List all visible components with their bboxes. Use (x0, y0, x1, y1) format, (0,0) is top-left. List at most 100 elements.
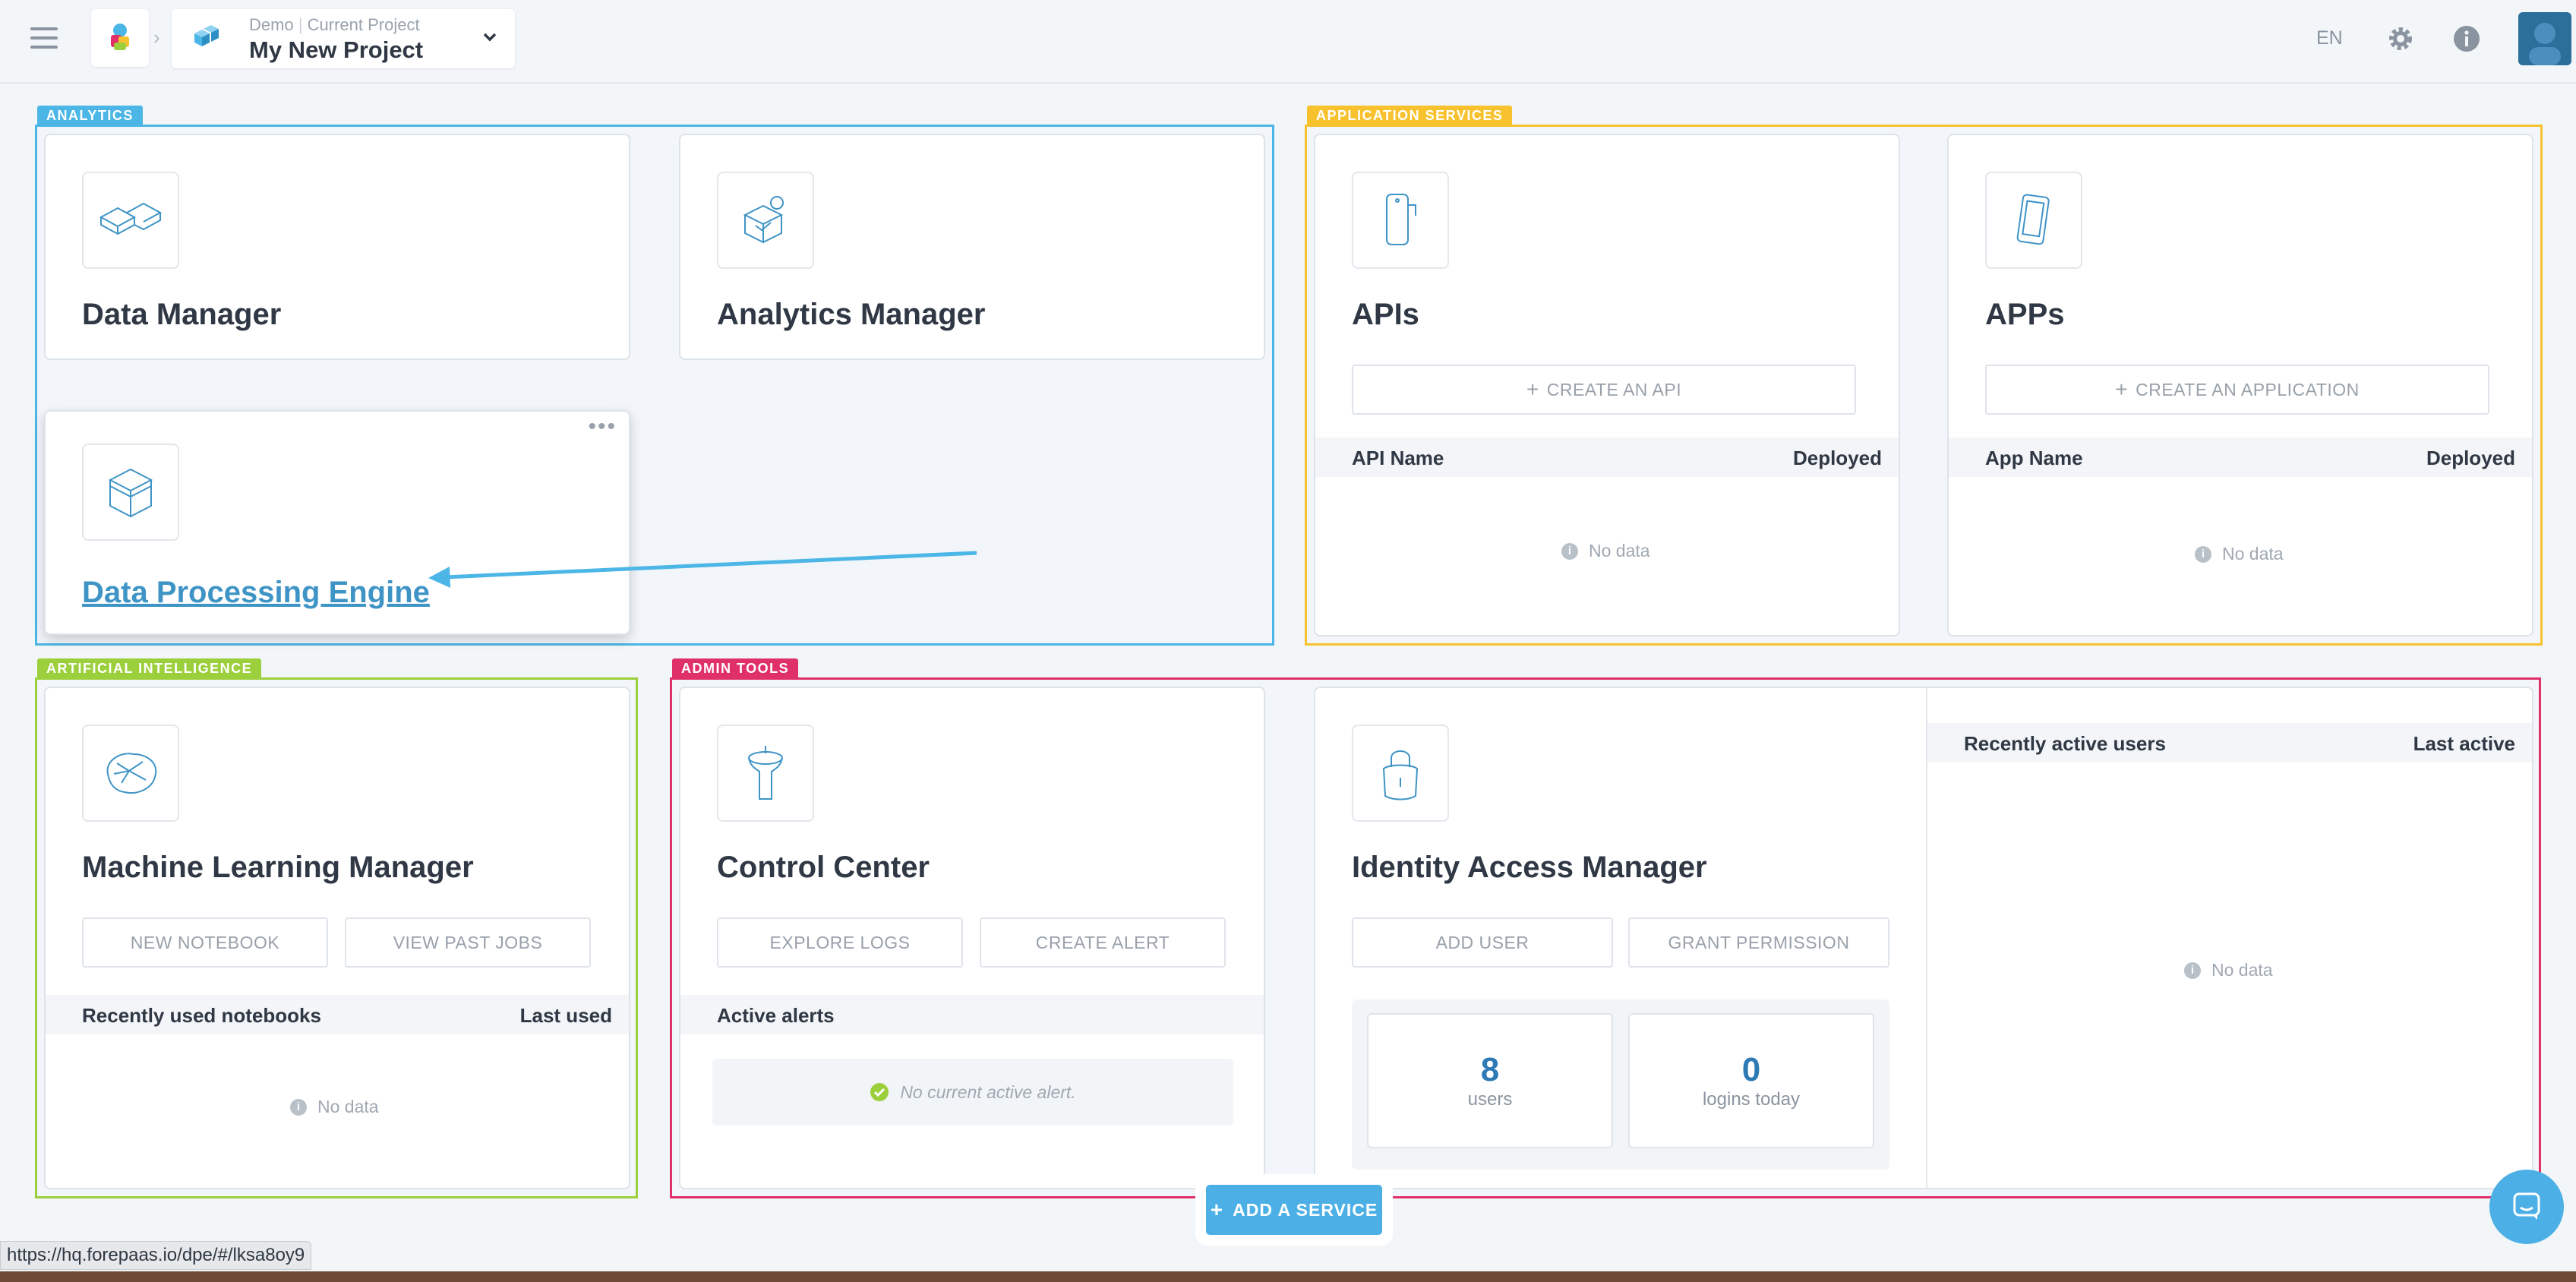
machine-learning-manager-card: Machine Learning Manager NEW NOTEBOOK VI… (44, 687, 630, 1189)
last-used-column: Last used (519, 1004, 612, 1027)
bottom-strip (0, 1271, 2576, 1282)
recent-users-column: Recently active users (1964, 732, 2166, 755)
users-stat[interactable]: 8 users (1367, 1013, 1613, 1148)
grant-permission-button[interactable]: GRANT PERMISSION (1628, 917, 1889, 968)
no-alert-text: No current active alert. (900, 1081, 1076, 1102)
org-logo-button[interactable] (91, 9, 149, 67)
card-title[interactable]: Data Processing Engine (82, 576, 430, 610)
create-application-label: CREATE AN APPLICATION (2136, 379, 2360, 399)
active-users-header: Recently active users Last active (1927, 723, 2532, 763)
recent-notebooks-column: Recently used notebooks (82, 1004, 321, 1027)
more-options-icon[interactable]: ••• (588, 415, 617, 438)
users-label: users (1467, 1089, 1513, 1110)
plus-icon: + (2115, 377, 2129, 401)
app-device-icon (1985, 172, 2082, 269)
org-logo-icon (111, 24, 129, 50)
active-alerts-label: Active alerts (717, 1004, 835, 1027)
add-service-label: ADD A SERVICE (1233, 1199, 1378, 1220)
artificial-intelligence-section-tag: ARTIFICIAL INTELLIGENCE (37, 658, 262, 678)
check-circle-icon (870, 1083, 889, 1101)
add-user-button[interactable]: ADD USER (1352, 917, 1613, 968)
data-manager-card[interactable]: Data Manager (44, 134, 630, 360)
plus-icon: + (1210, 1198, 1224, 1221)
api-name-column: API Name (1352, 447, 1444, 469)
create-api-label: CREATE AN API (1546, 379, 1682, 399)
menu-icon[interactable] (30, 27, 58, 49)
chevron-down-icon (483, 33, 497, 42)
no-alert-banner: No current active alert. (712, 1059, 1233, 1126)
analytics-section-tag: ANALYTICS (37, 106, 143, 125)
create-application-button[interactable]: + CREATE AN APPLICATION (1985, 365, 2489, 415)
plus-icon: + (1526, 377, 1539, 401)
admin-tools-section-tag: ADMIN TOOLS (672, 658, 799, 678)
card-title: APPs (1985, 298, 2065, 331)
pointer-arrow-icon (428, 551, 977, 588)
add-service-button[interactable]: + ADD A SERVICE (1206, 1185, 1382, 1235)
apps-card: APPs + CREATE AN APPLICATION App Name Dep… (1947, 134, 2533, 636)
no-data-text: No data (2211, 960, 2273, 980)
cube-icon (82, 444, 179, 541)
deployed-column: Deployed (1792, 447, 1882, 469)
card-title: Identity Access Manager (1352, 851, 1707, 884)
logins-label: logins today (1702, 1089, 1801, 1110)
notebooks-table-header: Recently used notebooks Last used (46, 995, 629, 1034)
info-icon[interactable] (2452, 24, 2481, 53)
no-data-text: No data (2222, 544, 2284, 564)
last-active-column: Last active (2413, 732, 2515, 755)
chat-button[interactable] (2489, 1170, 2564, 1244)
user-silhouette-icon (2529, 23, 2561, 65)
card-title: Control Center (717, 851, 930, 884)
data-manager-icon (82, 172, 179, 269)
users-empty-state: i No data (2184, 960, 2273, 980)
card-title: Data Manager (82, 298, 282, 331)
info-icon: i (2184, 962, 2201, 979)
view-past-jobs-button[interactable]: VIEW PAST JOBS (345, 917, 591, 968)
card-title: Machine Learning Manager (82, 851, 474, 884)
info-icon: i (290, 1098, 307, 1116)
breadcrumb-chevron-icon: › (153, 26, 160, 49)
language-selector[interactable]: EN (2316, 27, 2343, 49)
info-icon: i (2195, 545, 2211, 563)
chat-icon (2513, 1192, 2540, 1220)
org-name: Demo (249, 15, 294, 34)
logins-count: 0 (1741, 1051, 1761, 1088)
project-name: My New Project (249, 36, 424, 63)
analytics-manager-icon (717, 172, 814, 269)
info-icon: i (1561, 542, 1578, 560)
api-table-header: API Name Deployed (1315, 437, 1899, 477)
card-title: Analytics Manager (717, 298, 986, 331)
lock-icon (1352, 725, 1449, 822)
logins-stat[interactable]: 0 logins today (1628, 1013, 1874, 1148)
no-data-text: No data (317, 1097, 379, 1116)
api-empty-state: i No data (1561, 541, 1650, 561)
app-name-column: App Name (1985, 447, 2083, 469)
card-title: APIs (1352, 298, 1419, 331)
project-cubes-icon (194, 25, 219, 46)
data-processing-engine-card[interactable]: ••• Data Processing Engine (44, 410, 630, 635)
status-url: https://hq.forepaas.io/dpe/#/lksa8oy9 (0, 1241, 312, 1270)
brain-icon (82, 725, 179, 822)
project-breadcrumb: Demo | Current Project (249, 15, 420, 34)
control-center-icon (717, 725, 814, 822)
project-selector[interactable]: Demo | Current Project My New Project (172, 9, 515, 68)
analytics-manager-card[interactable]: Analytics Manager (679, 134, 1265, 360)
create-alert-button[interactable]: CREATE ALERT (980, 917, 1226, 968)
gear-icon[interactable] (2385, 23, 2417, 55)
deployed-column: Deployed (2426, 447, 2515, 469)
alerts-header: Active alerts (680, 995, 1264, 1034)
explore-logs-button[interactable]: EXPLORE LOGS (717, 917, 963, 968)
apis-card: APIs + CREATE AN API API Name Deployed iN… (1314, 134, 1900, 636)
create-api-button[interactable]: + CREATE AN API (1352, 365, 1856, 415)
new-notebook-button[interactable]: NEW NOTEBOOK (82, 917, 328, 968)
current-project-label: Current Project (307, 15, 420, 34)
notebooks-empty-state: i No data (290, 1097, 379, 1117)
apps-table-header: App Name Deployed (1949, 437, 2532, 477)
control-center-card: Control Center EXPLORE LOGS CREATE ALERT… (679, 687, 1265, 1189)
application-services-section-tag: APPLICATION SERVICES (1307, 106, 1513, 125)
top-bar: › Demo | Current Project My New Project … (0, 0, 2576, 84)
user-avatar[interactable] (2518, 12, 2571, 65)
apps-empty-state: i No data (2195, 544, 2284, 564)
users-count: 8 (1480, 1051, 1500, 1088)
vertical-divider (1926, 688, 1927, 1188)
no-data-text: No data (1589, 541, 1650, 560)
